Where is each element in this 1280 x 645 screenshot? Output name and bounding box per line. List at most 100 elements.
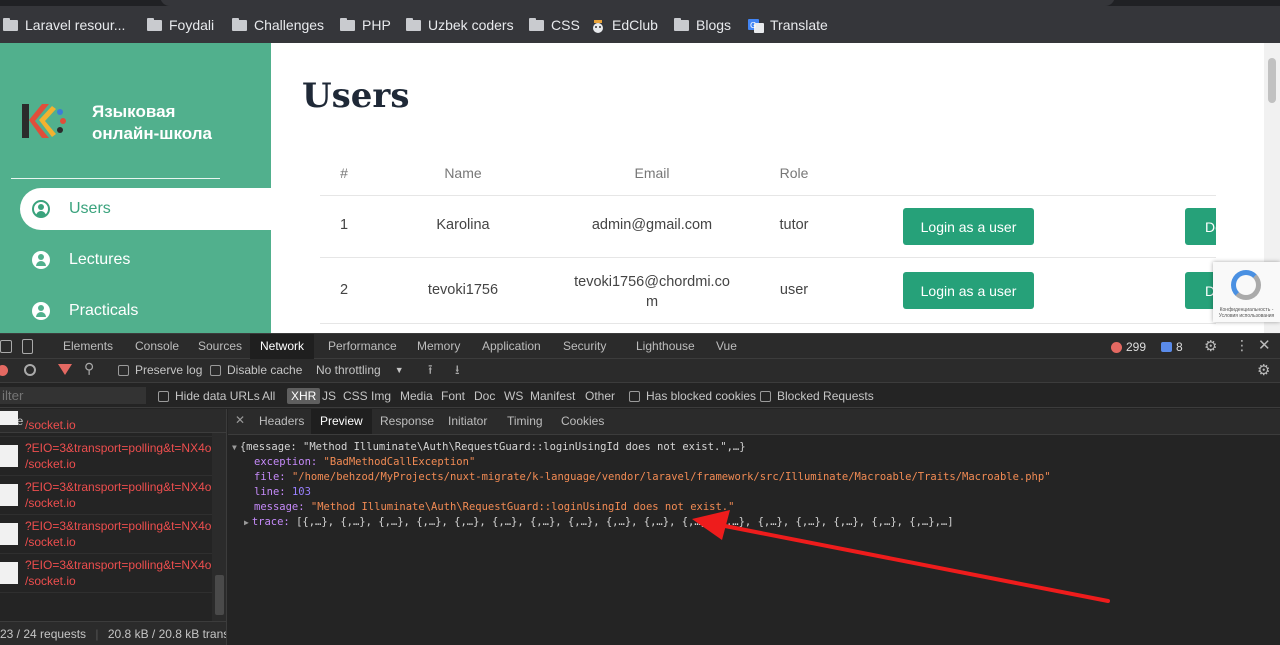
bookmark-challenges[interactable]: Challenges: [232, 15, 324, 35]
tab-preview[interactable]: Preview: [311, 409, 372, 434]
file-icon: [0, 523, 18, 545]
tab-network[interactable]: Network: [250, 334, 315, 359]
export-har-icon[interactable]: ⭳: [455, 361, 460, 383]
page-title: Users: [302, 76, 410, 116]
details-tabbar: ✕ Headers Preview Response Initiator Tim…: [228, 409, 1280, 435]
tab-security[interactable]: Security: [553, 334, 616, 359]
error-count-badge[interactable]: 299: [1111, 340, 1146, 354]
bookmark-uzbek-coders[interactable]: Uzbek coders: [406, 15, 514, 35]
scrollbar-thumb[interactable]: [1268, 58, 1276, 103]
json-summary[interactable]: ▼ {message: "Method Illuminate\Auth\Reque…: [232, 441, 746, 453]
list-item[interactable]: ?EIO=3&transport=polling&t=NX4o./socket.…: [0, 554, 215, 593]
record-icon[interactable]: [0, 365, 8, 376]
bookmark-php[interactable]: PHP: [340, 15, 391, 35]
clear-icon[interactable]: [24, 364, 36, 376]
request-list-scrollbar[interactable]: [212, 433, 226, 621]
sidebar-item-practicals[interactable]: Practicals: [20, 290, 138, 332]
list-item[interactable]: ?EIO=3&transport=polling&t=NX4o./socket.…: [0, 515, 215, 554]
filter-type-ws[interactable]: WS: [504, 389, 523, 403]
tab-elements[interactable]: Elements: [53, 334, 123, 359]
close-details-icon[interactable]: ✕: [235, 413, 245, 427]
filter-icon[interactable]: [58, 364, 72, 375]
recaptcha-badge[interactable]: Конфиденциальность - Условия использован…: [1213, 262, 1280, 322]
device-toolbar-icon[interactable]: [22, 339, 33, 354]
folder-icon: [147, 18, 163, 32]
sidebar: Языковая онлайн-школа Users Lectures Pra…: [0, 43, 271, 333]
filter-type-xhr[interactable]: XHR: [287, 388, 321, 404]
edclub-icon: [590, 18, 606, 33]
settings-gear-icon[interactable]: ⚙: [1204, 337, 1217, 355]
json-trace[interactable]: ▶ trace: [{,…}, {,…}, {,…}, {,…}, {,…}, {…: [244, 516, 954, 528]
more-options-icon[interactable]: ⋮: [1235, 337, 1249, 354]
tab-memory[interactable]: Memory: [407, 334, 470, 359]
sidebar-divider: [11, 178, 220, 179]
bookmark-laravel[interactable]: Laravel resour...: [3, 15, 125, 35]
filter-type-font[interactable]: Font: [441, 389, 465, 403]
file-icon: [0, 445, 18, 467]
tab-application[interactable]: Application: [472, 334, 551, 359]
tab-cookies[interactable]: Cookies: [552, 409, 613, 434]
dropdown-arrow-icon: ▼: [394, 365, 404, 375]
delete-button[interactable]: D: [1185, 272, 1216, 309]
login-as-user-button[interactable]: Login as a user: [903, 272, 1034, 309]
brand-name: Языковая онлайн-школа: [92, 102, 212, 143]
tab-headers[interactable]: Headers: [250, 409, 313, 434]
network-settings-icon[interactable]: ⚙: [1257, 361, 1270, 379]
disable-cache-checkbox[interactable]: Disable cache: [210, 363, 302, 377]
tab-vue[interactable]: Vue: [706, 334, 747, 359]
filter-type-all[interactable]: All: [262, 389, 275, 403]
row-divider: [320, 257, 1216, 258]
delete-button[interactable]: De: [1185, 208, 1216, 245]
filter-type-js[interactable]: JS: [322, 389, 336, 403]
filter-type-doc[interactable]: Doc: [474, 389, 495, 403]
bookmark-foydali[interactable]: Foydali: [147, 15, 214, 35]
user-circle-icon: [32, 302, 50, 320]
filter-type-img[interactable]: Img: [371, 389, 391, 403]
filter-type-media[interactable]: Media: [400, 389, 433, 403]
tab-lighthouse[interactable]: Lighthouse: [626, 334, 705, 359]
school-logo[interactable]: [18, 98, 68, 144]
recaptcha-icon: [1231, 270, 1261, 300]
bookmark-translate[interactable]: G Translate: [748, 15, 828, 35]
row-divider: [320, 323, 1216, 324]
search-icon[interactable]: ⚲: [84, 360, 94, 377]
sidebar-item-users[interactable]: Users: [20, 188, 271, 230]
network-toolbar: ⚲ Preserve log Disable cache No throttli…: [0, 359, 1280, 383]
tab-performance[interactable]: Performance: [318, 334, 407, 359]
folder-icon: [529, 18, 545, 32]
list-item[interactable]: ?EIO=3&transport=polling&t=NX4o./socket.…: [0, 437, 215, 476]
row-name: tevoki1756: [427, 282, 499, 298]
bookmark-blogs[interactable]: Blogs: [674, 15, 731, 35]
bookmark-edclub[interactable]: EdClub: [590, 15, 658, 35]
tab-timing[interactable]: Timing: [498, 409, 552, 434]
filter-type-css[interactable]: CSS: [343, 389, 368, 403]
sidebar-item-lectures[interactable]: Lectures: [20, 239, 130, 281]
has-blocked-cookies-checkbox[interactable]: Has blocked cookies: [629, 389, 756, 403]
throttling-select[interactable]: No throttling ▼: [316, 363, 404, 377]
filter-input[interactable]: [0, 387, 146, 404]
folder-icon: [3, 18, 19, 32]
import-har-icon[interactable]: ⭱: [428, 361, 433, 383]
blocked-requests-checkbox[interactable]: Blocked Requests: [760, 389, 874, 403]
tab-initiator[interactable]: Initiator: [439, 409, 496, 434]
inspect-icon[interactable]: [0, 340, 12, 353]
login-as-user-button[interactable]: Login as a user: [903, 208, 1034, 245]
json-exception: exception: "BadMethodCallException": [254, 456, 476, 468]
filter-type-manifest[interactable]: Manifest: [530, 389, 575, 403]
row-email: admin@gmail.com: [591, 217, 713, 233]
tab-response[interactable]: Response: [371, 409, 443, 434]
bookmark-css[interactable]: CSS: [529, 15, 580, 35]
web-page: Языковая онлайн-школа Users Lectures Pra…: [0, 43, 1280, 333]
close-icon[interactable]: ✕: [1258, 336, 1271, 354]
hide-data-urls-checkbox[interactable]: Hide data URLs: [158, 389, 260, 403]
tab-sources[interactable]: Sources: [188, 334, 252, 359]
devtools-tabbar: Elements Console Sources Network Perform…: [0, 333, 1280, 359]
message-count-badge[interactable]: 8: [1161, 340, 1183, 354]
list-item[interactable]: /socket.io: [0, 411, 212, 437]
bookmarks-bar: Laravel resour... Foydali Challenges PHP…: [0, 6, 1280, 43]
list-item[interactable]: ?EIO=3&transport=polling&t=NX4o./socket.…: [0, 476, 215, 515]
preserve-log-checkbox[interactable]: Preserve log: [118, 363, 202, 377]
tab-console[interactable]: Console: [125, 334, 189, 359]
error-icon: [1111, 341, 1122, 353]
filter-type-other[interactable]: Other: [585, 389, 615, 403]
